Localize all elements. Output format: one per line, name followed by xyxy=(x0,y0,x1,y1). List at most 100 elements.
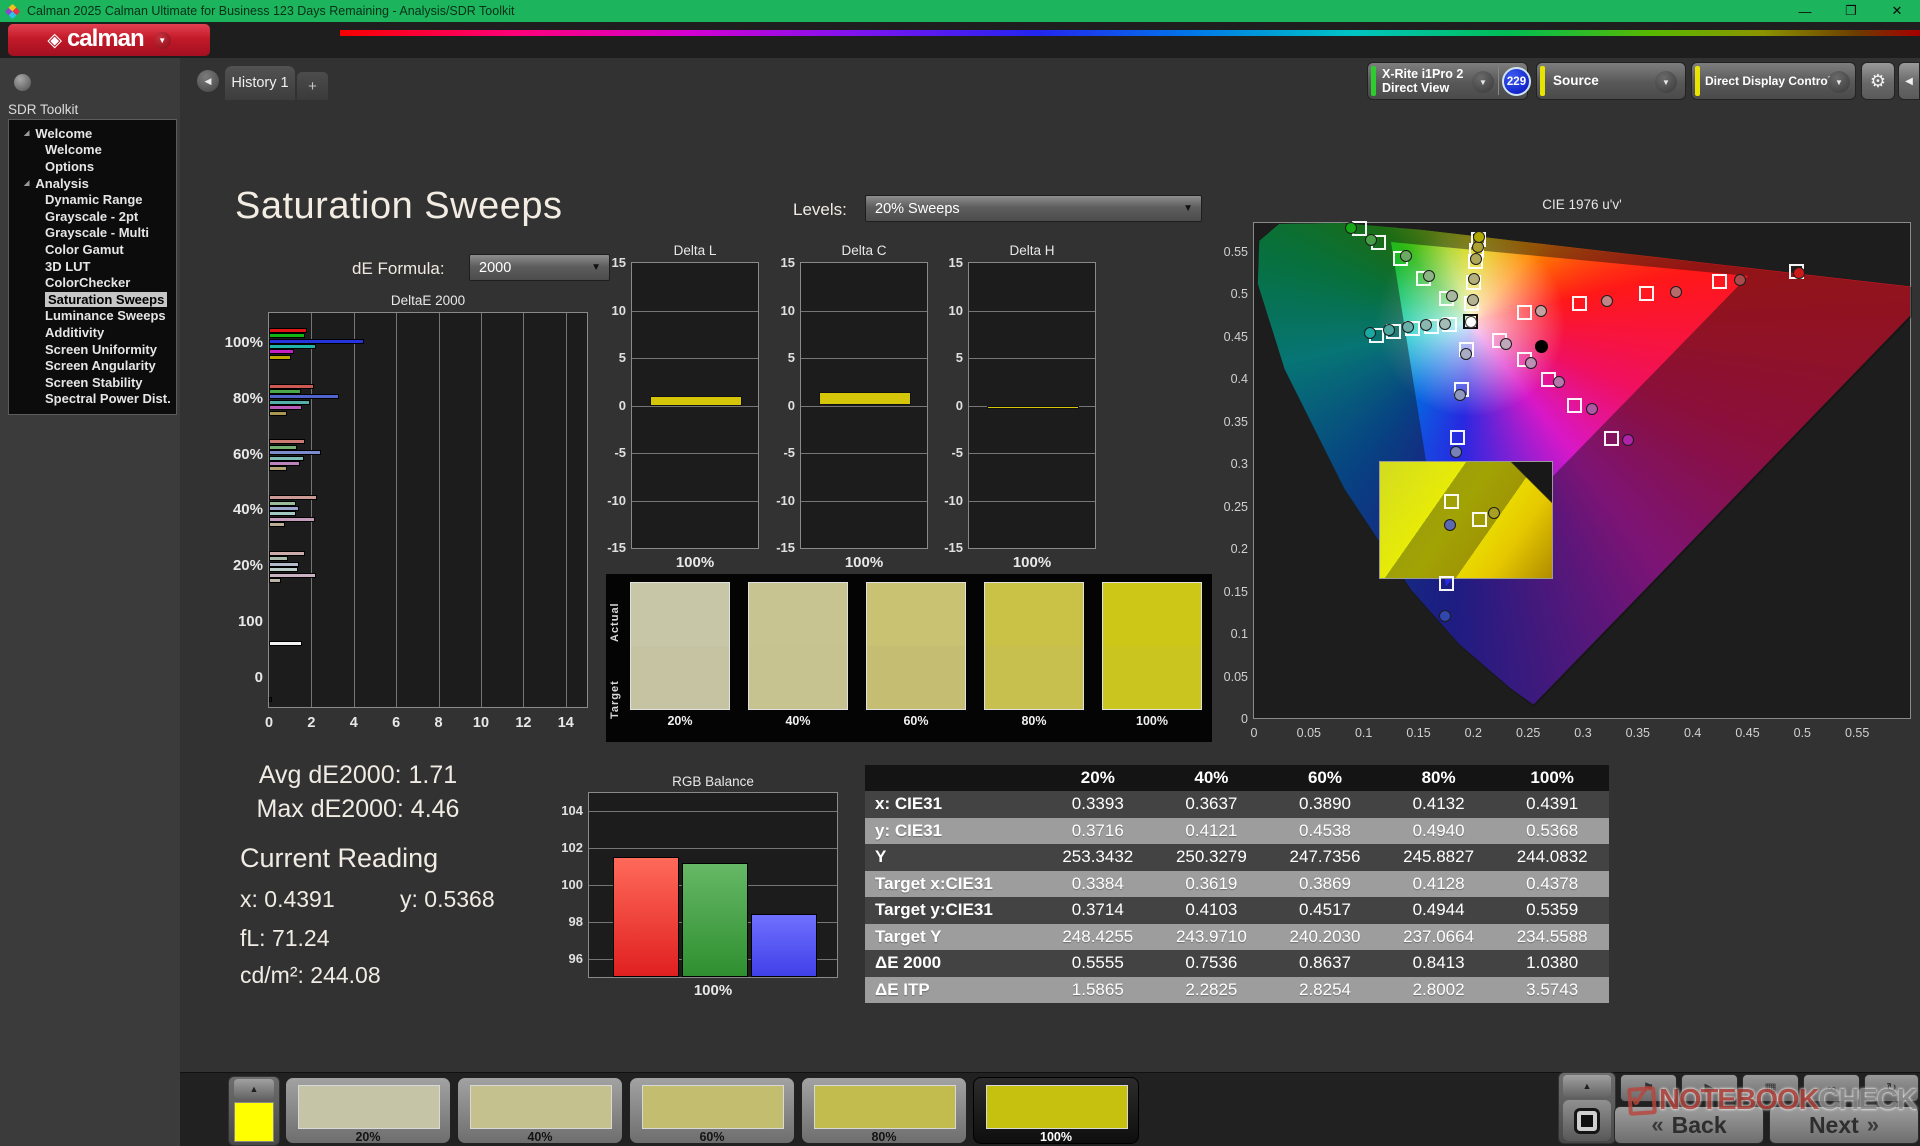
pattern-button-60%[interactable]: 60% xyxy=(629,1077,795,1144)
next-button[interactable]: Next » xyxy=(1769,1106,1919,1144)
measurement-count-badge[interactable]: 229 xyxy=(1502,67,1531,96)
sidebar-item-spectral-power-dist-[interactable]: Spectral Power Dist. xyxy=(9,391,176,408)
sidebar-item-grayscale-2pt[interactable]: Grayscale - 2pt xyxy=(9,208,176,225)
source-dropdown-icon[interactable]: ▼ xyxy=(1655,71,1677,93)
sidebar-radio-icon[interactable] xyxy=(14,74,31,91)
swatch-label: 40% xyxy=(785,714,811,728)
table-row-label: x: CIE31 xyxy=(875,794,943,814)
target-square-blue xyxy=(1444,493,1460,509)
toolbar-button-4[interactable]: ∞ xyxy=(1803,1074,1860,1102)
toolbar-button-2[interactable]: ▶ xyxy=(1681,1074,1738,1102)
y-tick-label: 10 xyxy=(780,302,795,318)
tab-history-1[interactable]: History 1 xyxy=(225,66,295,100)
group-label: 20% xyxy=(232,557,263,575)
meter-display-control-box[interactable]: Direct Display Control ▼ xyxy=(1691,62,1856,100)
y-tick-label: 0 xyxy=(618,397,626,413)
deltae2000-chart-title: DeltaE 2000 xyxy=(390,293,466,308)
x-tick-label: 0.25 xyxy=(1515,726,1541,740)
de-formula-select[interactable]: 2000 ▼ xyxy=(469,254,610,281)
tree-expand-icon[interactable]: ◢ xyxy=(24,129,29,137)
y-tick-label: -15 xyxy=(607,540,626,555)
table-cell: 0.3716 xyxy=(1071,820,1124,840)
de-bar xyxy=(269,641,302,646)
sidebar-item-saturation-sweeps[interactable]: Saturation Sweeps xyxy=(9,291,176,308)
measured-circle-blue xyxy=(1449,445,1462,458)
sidebar-item-label: 3D LUT xyxy=(45,258,91,274)
y-tick-label: 0.5 xyxy=(1230,287,1248,302)
add-tab-button[interactable]: + xyxy=(297,72,328,100)
table-cell: 0.5555 xyxy=(1071,953,1124,973)
sidebar-item-3d-lut[interactable]: 3D LUT xyxy=(9,258,176,275)
delta-c-xlabel: 100% xyxy=(844,554,884,571)
y-tick-label: 0.45 xyxy=(1223,329,1248,344)
sidebar-item-analysis[interactable]: ◢ Analysis xyxy=(9,175,176,192)
sidebar-item-additivity[interactable]: Additivity xyxy=(9,324,176,341)
levels-select[interactable]: 20% Sweeps ▼ xyxy=(865,195,1202,222)
table-cell: 0.4378 xyxy=(1526,873,1579,893)
minimize-button[interactable]: — xyxy=(1782,0,1828,22)
sidebar-item-label: Spectral Power Dist. xyxy=(45,391,171,407)
panel-collapse-button[interactable]: ◀ xyxy=(1898,62,1920,100)
divider xyxy=(1498,67,1499,95)
device-dropdown-icon[interactable]: ▼ xyxy=(1472,71,1494,93)
back-label: Back xyxy=(1671,1111,1727,1138)
pattern-button-100%[interactable]: 100% xyxy=(973,1077,1139,1144)
table-cell: 0.4121 xyxy=(1185,820,1238,840)
sidebar-item-screen-stability[interactable]: Screen Stability xyxy=(9,374,176,391)
back-button[interactable]: « Back xyxy=(1614,1106,1764,1144)
sidebar-collapse-icon[interactable]: ◀ xyxy=(197,70,219,92)
table-cell: 0.4132 xyxy=(1412,794,1465,814)
x-tick-label: 0.2 xyxy=(1464,726,1483,740)
toolbar-button-5[interactable]: ↻ xyxy=(1864,1074,1919,1102)
device-status-stripe xyxy=(1371,66,1376,96)
display-control-dropdown-icon[interactable]: ▼ xyxy=(1828,71,1850,93)
close-button[interactable]: ✕ xyxy=(1874,0,1920,22)
de-bar xyxy=(269,344,316,349)
toolbar-button-1[interactable]: ⚑ xyxy=(1620,1074,1677,1102)
sidebar-item-luminance-sweeps[interactable]: Luminance Sweeps xyxy=(9,308,176,325)
table-row: ΔE 2000 0.5555 0.7536 0.8637 0.8413 1.0380 xyxy=(865,950,1609,977)
sidebar-item-options[interactable]: Options xyxy=(9,158,176,175)
measured-circle-magenta xyxy=(1621,433,1634,446)
sidebar-item-screen-angularity[interactable]: Screen Angularity xyxy=(9,357,176,374)
sidebar-item-screen-uniformity[interactable]: Screen Uniformity xyxy=(9,341,176,358)
sidebar-item-color-gamut[interactable]: Color Gamut xyxy=(9,241,176,258)
meter-source-box[interactable]: Source ▼ xyxy=(1536,62,1686,100)
swatch-row-label-target: Target xyxy=(609,680,621,720)
gridline xyxy=(589,848,837,850)
pattern-button-80%[interactable]: 80% xyxy=(801,1077,967,1144)
y-tick-label: 0.2 xyxy=(1230,542,1248,557)
sidebar-item-colorchecker[interactable]: ColorChecker xyxy=(9,274,176,291)
cie-chart-title: CIE 1976 u'v' xyxy=(1542,197,1622,212)
calman-menu-button[interactable]: ◈ calman ▼ xyxy=(8,24,210,56)
de-bar xyxy=(269,410,287,416)
table-row-label: Y xyxy=(875,847,887,867)
pattern-expand-button[interactable]: ▲ xyxy=(234,1079,274,1099)
stop-button[interactable] xyxy=(1563,1100,1611,1141)
table-cell: 0.3619 xyxy=(1185,873,1238,893)
table-cell: 0.8637 xyxy=(1298,953,1351,973)
sidebar-item-dynamic-range[interactable]: Dynamic Range xyxy=(9,191,176,208)
de-bar xyxy=(269,500,296,506)
sidebar-item-welcome[interactable]: Welcome xyxy=(9,142,176,159)
y-tick-label: 0 xyxy=(787,397,795,413)
measured-circle-yellow xyxy=(1470,252,1483,265)
de-bar xyxy=(269,522,285,528)
pattern-button-40%[interactable]: 40% xyxy=(457,1077,623,1144)
sidebar-item-grayscale-multi[interactable]: Grayscale - Multi xyxy=(9,225,176,242)
tree-expand-icon[interactable]: ◢ xyxy=(24,179,29,187)
next-label: Next xyxy=(1808,1111,1859,1138)
swatch-target xyxy=(749,646,847,709)
gridline xyxy=(801,358,927,359)
restore-button[interactable]: ❐ xyxy=(1828,0,1874,22)
sidebar-item-welcome[interactable]: ◢ Welcome xyxy=(9,125,176,142)
swatch-40% xyxy=(748,582,848,710)
toolbar-button-3[interactable]: ▦ xyxy=(1742,1074,1799,1102)
pattern-button-20%[interactable]: 20% xyxy=(285,1077,451,1144)
nav-expand-button[interactable]: ▲ xyxy=(1563,1075,1611,1097)
settings-button[interactable]: ⚙ xyxy=(1861,62,1895,100)
current-pattern-swatch[interactable] xyxy=(234,1102,274,1142)
meter-device-box[interactable]: X-Rite i1Pro 2 Direct View ▼ 229 xyxy=(1367,62,1531,100)
avg-de2000: Avg dE2000: 1.71 xyxy=(258,761,458,789)
y-tick-label: -10 xyxy=(944,492,963,508)
